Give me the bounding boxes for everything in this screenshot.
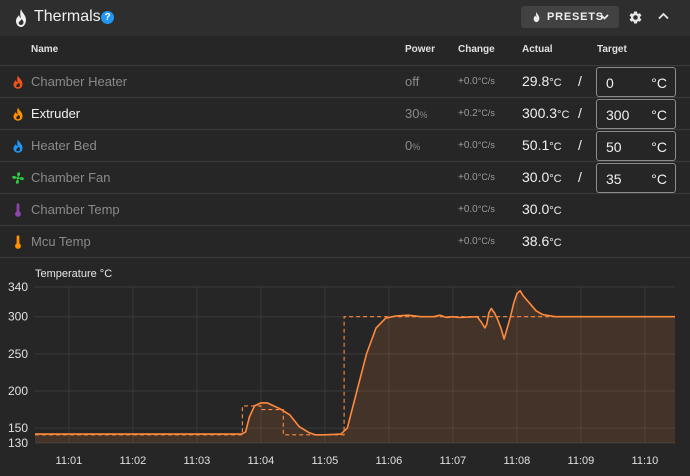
change-value: +0.0°C/s [458, 236, 495, 247]
fire-icon [16, 9, 26, 27]
change-value: +0.0°C/s [458, 172, 495, 183]
y-tick-label: 300 [8, 310, 28, 324]
target-temperature-input[interactable]: 300 °C [596, 99, 676, 129]
thermometer-icon [15, 203, 21, 217]
target-temperature-input[interactable]: 50 °C [596, 131, 676, 161]
actual-temperature: 30.0°C [522, 201, 562, 217]
target-temperature-input[interactable]: 0 °C [596, 67, 676, 97]
chevron-down-icon [600, 14, 609, 20]
column-header-name: Name [31, 44, 59, 55]
x-tick-label: 11:10 [632, 455, 659, 467]
fire-icon [13, 107, 23, 121]
actual-temperature: 38.6°C [522, 233, 562, 249]
page-title: Thermals [34, 8, 101, 25]
heater-name[interactable]: Heater Bed [31, 138, 97, 153]
presets-label: PRESETS [547, 11, 604, 23]
help-icon[interactable]: ? [101, 11, 114, 24]
x-tick-label: 11:04 [248, 455, 275, 467]
fan-icon [12, 172, 24, 184]
column-header-actual: Actual [522, 44, 553, 55]
thermometer-icon [15, 235, 21, 249]
x-tick-label: 11:08 [504, 455, 531, 467]
heater-name[interactable]: Chamber Temp [31, 202, 120, 217]
actual-temperature: 300.3°C [522, 105, 570, 121]
x-tick-label: 11:07 [440, 455, 467, 467]
column-header-power: Power [405, 44, 436, 55]
table-row: Chamber Heater off +0.0°C/s 29.8°C / 0 °C [0, 65, 690, 97]
heater-name[interactable]: Chamber Fan [31, 170, 110, 185]
column-header-target: Target [597, 44, 627, 55]
change-value: +0.0°C/s [458, 76, 495, 87]
thermals-header: Thermals ? PRESETS [0, 0, 690, 36]
power-value: 0% [405, 138, 421, 153]
target-separator: / [578, 73, 582, 89]
column-header-change: Change [458, 44, 495, 55]
table-row: Mcu Temp +0.0°C/s 38.6°C [0, 225, 690, 257]
target-separator: / [578, 105, 582, 121]
x-tick-label: 11:01 [56, 455, 83, 467]
power-value: 30% [405, 106, 428, 121]
fire-icon [533, 11, 540, 23]
actual-temperature: 30.0°C [522, 169, 562, 185]
power-value: off [405, 74, 420, 89]
actual-temperature: 50.1°C [522, 137, 562, 153]
target-unit: °C [651, 75, 667, 91]
change-value: +0.2°C/s [458, 108, 495, 119]
chevron-up-icon[interactable] [658, 12, 669, 20]
target-unit: °C [651, 171, 667, 187]
change-value: +0.0°C/s [458, 204, 495, 215]
target-temperature-input[interactable]: 35 °C [596, 163, 676, 193]
x-tick-label: 11:06 [376, 455, 403, 467]
heater-name[interactable]: Mcu Temp [31, 234, 91, 249]
target-value: 35 [606, 171, 622, 187]
y-tick-label: 250 [8, 347, 28, 361]
chart-canvas: 130150 200 250 300 340 11:01 11:02 11:03 11:04 11… [8, 280, 675, 467]
target-unit: °C [651, 139, 667, 155]
heater-name[interactable]: Extruder [31, 106, 80, 121]
target-separator: / [578, 169, 582, 185]
y-tick-label: 200 [8, 384, 28, 398]
fire-icon [13, 75, 23, 89]
target-value: 50 [606, 139, 622, 155]
fire-icon [13, 139, 23, 153]
change-value: +0.0°C/s [458, 140, 495, 151]
target-separator: / [578, 137, 582, 153]
table-row: Extruder 30% +0.2°C/s 300.3°C / 300 °C [0, 97, 690, 129]
heater-name[interactable]: Chamber Heater [31, 74, 127, 89]
presets-button[interactable]: PRESETS [521, 6, 619, 28]
series-area [35, 290, 675, 443]
target-value: 300 [606, 107, 630, 123]
x-tick-label: 11:09 [568, 455, 595, 467]
gear-icon[interactable] [628, 10, 643, 25]
x-tick-label: 11:02 [120, 455, 147, 467]
x-tick-label: 11:03 [184, 455, 211, 467]
temperature-chart: Temperature °C 130 150 200 250 300 340 11:01 11… [0, 257, 690, 476]
table-row: Heater Bed 0% +0.0°C/s 50.1°C / 50 °C [0, 129, 690, 161]
target-value: 0 [606, 75, 614, 91]
x-tick-label: 11:05 [312, 455, 339, 467]
target-unit: °C [651, 107, 667, 123]
actual-temperature: 29.8°C [522, 73, 562, 89]
y-tick-label: 150 [8, 421, 28, 435]
table-row: Chamber Temp +0.0°C/s 30.0°C [0, 193, 690, 225]
y-tick-label: 130 [8, 436, 28, 450]
table-row: Chamber Fan +0.0°C/s 30.0°C / 35 °C [0, 161, 690, 193]
y-tick-label: 340 [8, 280, 28, 294]
